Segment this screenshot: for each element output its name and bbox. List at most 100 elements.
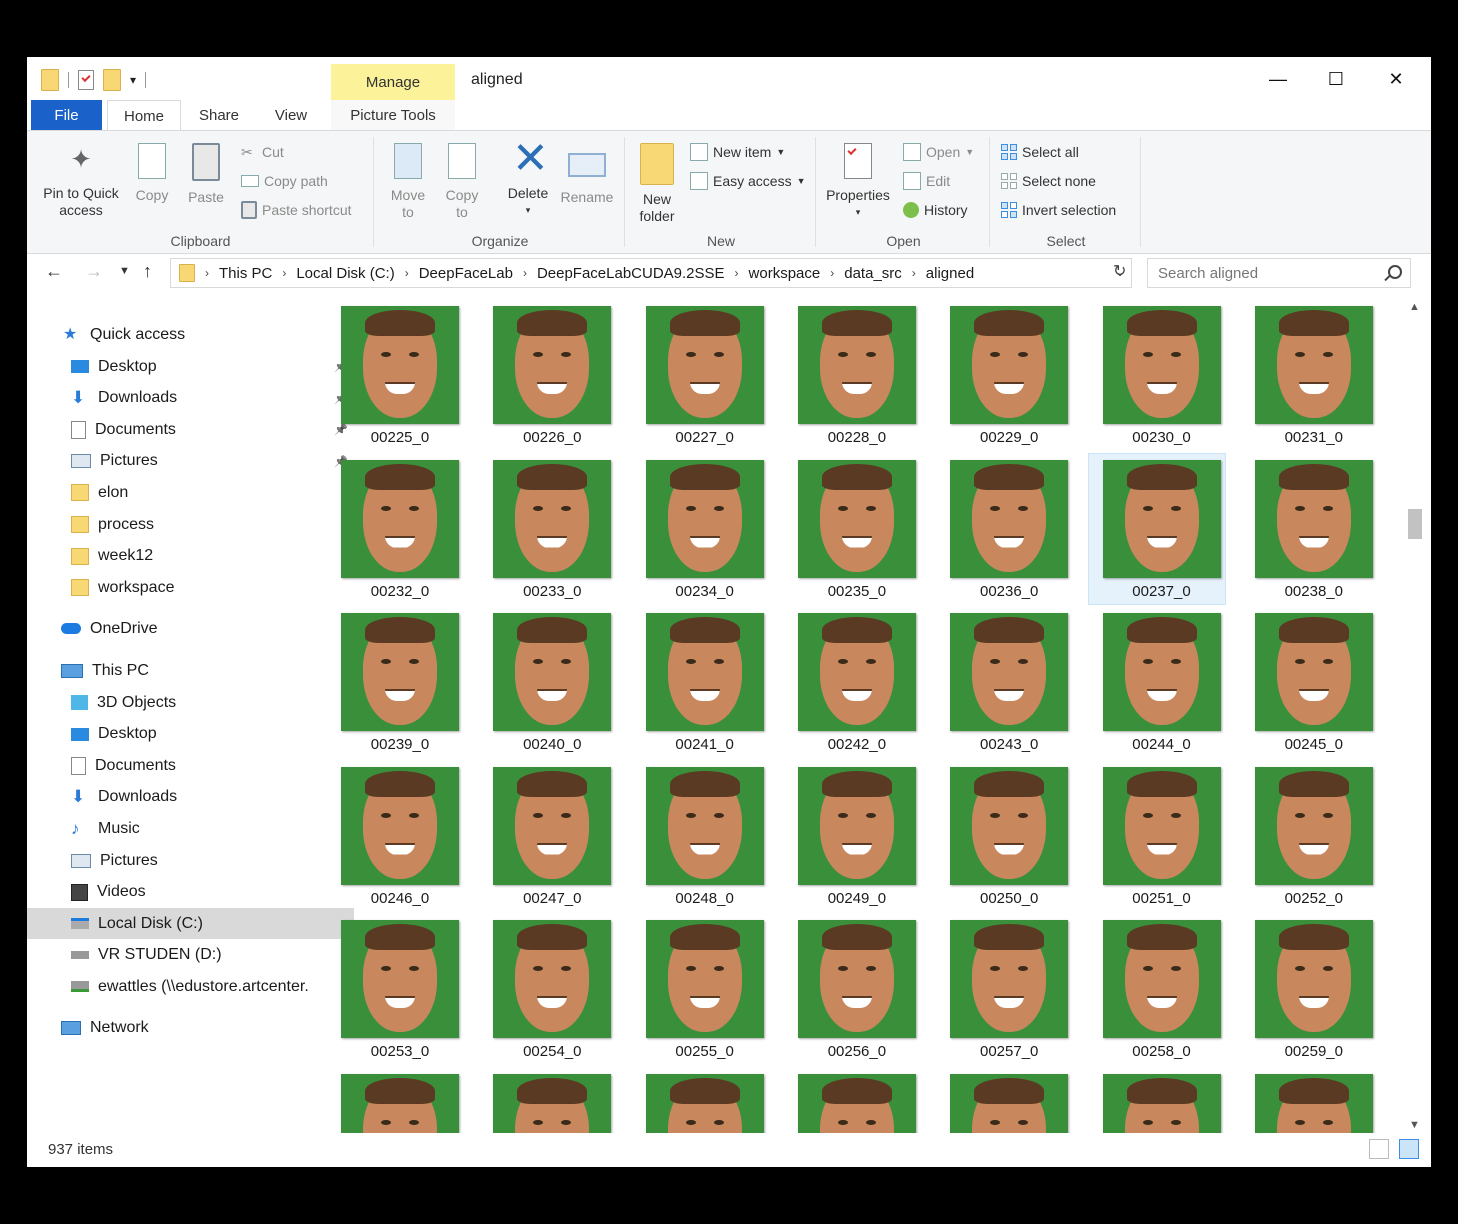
file-tile[interactable]: 00239_0 (327, 607, 463, 757)
open-button[interactable]: Open ▼ (903, 141, 974, 163)
back-arrow-icon[interactable]: ← (45, 261, 63, 282)
sidebar-item[interactable]: ♪ Music (27, 813, 354, 844)
tab-manage[interactable]: Manage (331, 64, 455, 101)
nav-quick-access[interactable]: ★ Quick access (27, 319, 346, 350)
file-tile[interactable]: 00237_0 (1087, 452, 1226, 605)
sidebar-item[interactable]: Desktop (27, 719, 354, 750)
file-tile[interactable]: 00233_0 (479, 454, 615, 604)
forward-arrow-icon[interactable]: → (85, 261, 103, 282)
paste-button[interactable]: Paste (183, 139, 229, 206)
file-tile[interactable]: 00230_0 (1089, 300, 1225, 450)
sidebar-item[interactable]: Pictures (27, 845, 354, 876)
file-tile[interactable] (1241, 1068, 1377, 1133)
breadcrumb-separator-icon[interactable]: › (523, 266, 527, 280)
easy-access-button[interactable]: Easy access ▼ (690, 170, 806, 192)
breadcrumb-item[interactable]: DeepFaceLabCUDA9.2SSE (537, 265, 725, 282)
file-tile[interactable]: 00252_0 (1241, 761, 1377, 911)
file-tile[interactable]: 00225_0 (327, 300, 463, 450)
breadcrumb-item[interactable]: This PC (219, 265, 272, 282)
file-tile[interactable]: 00251_0 (1089, 761, 1225, 911)
pin-quick-access-button[interactable]: ✦ Pin to Quick access (37, 139, 125, 219)
paste-shortcut-button[interactable]: Paste shortcut (241, 199, 352, 221)
tab-share[interactable]: Share (187, 100, 251, 130)
sidebar-item[interactable]: ewattles (\\edustore.artcenter. (27, 971, 354, 1002)
breadcrumb-separator-icon[interactable]: › (405, 266, 409, 280)
up-arrow-icon[interactable]: ↑ (143, 261, 152, 282)
customize-toolbar-icon[interactable]: ▾ (130, 73, 136, 87)
file-tile[interactable]: 00254_0 (479, 914, 615, 1064)
file-tile[interactable]: 00242_0 (784, 607, 920, 757)
vertical-scrollbar[interactable]: ▲ ▼ (1405, 297, 1425, 1135)
file-tile[interactable]: 00238_0 (1241, 454, 1377, 604)
file-tile[interactable]: 00243_0 (936, 607, 1072, 757)
sidebar-item[interactable]: Documents 📌 (27, 414, 354, 445)
search-input[interactable]: Search aligned (1147, 258, 1411, 288)
breadcrumb-item[interactable]: workspace (749, 265, 821, 282)
scroll-down-icon[interactable]: ▼ (1409, 1119, 1420, 1131)
file-tile[interactable]: 00253_0 (327, 914, 463, 1064)
sidebar-item[interactable]: Local Disk (C:) (27, 908, 354, 940)
breadcrumb-separator-icon[interactable]: › (735, 266, 739, 280)
breadcrumb-item[interactable]: DeepFaceLab (419, 265, 513, 282)
breadcrumb-item[interactable]: aligned (926, 265, 974, 282)
file-tile[interactable]: 00257_0 (936, 914, 1072, 1064)
properties-icon[interactable] (78, 70, 94, 90)
file-tile[interactable]: 00250_0 (936, 761, 1072, 911)
file-tile[interactable]: 00240_0 (479, 607, 615, 757)
select-all-button[interactable]: Select all (1001, 141, 1079, 163)
file-tile[interactable]: 00232_0 (327, 454, 463, 604)
tab-picture-tools[interactable]: Picture Tools (331, 100, 455, 130)
file-tile[interactable] (327, 1068, 463, 1133)
copy-to-button[interactable]: Copy to (439, 139, 485, 221)
tab-home[interactable]: Home (107, 100, 181, 132)
tab-file[interactable]: File (31, 100, 102, 130)
recent-locations-icon[interactable]: ▼ (119, 265, 130, 277)
sidebar-item[interactable]: VR STUDEN (D:) (27, 940, 354, 971)
file-tile[interactable]: 00244_0 (1089, 607, 1225, 757)
invert-selection-button[interactable]: Invert selection (1001, 199, 1116, 221)
nav-this-pc[interactable]: This PC (27, 655, 344, 686)
scroll-up-icon[interactable]: ▲ (1409, 301, 1420, 313)
file-tile[interactable]: 00234_0 (632, 454, 768, 604)
file-tile[interactable]: 00258_0 (1089, 914, 1225, 1064)
sidebar-item[interactable]: ⬇ Downloads (27, 782, 354, 813)
rename-button[interactable]: Rename (557, 139, 617, 206)
breadcrumb-separator-icon[interactable]: › (912, 266, 916, 280)
move-to-button[interactable]: Move to (385, 139, 431, 221)
breadcrumb-item[interactable]: data_src (844, 265, 902, 282)
file-tile[interactable] (632, 1068, 768, 1133)
maximize-button[interactable]: ☐ (1313, 65, 1359, 93)
file-tile[interactable]: 00231_0 (1241, 300, 1377, 450)
nav-onedrive[interactable]: OneDrive (27, 613, 344, 644)
file-tile[interactable]: 00235_0 (784, 454, 920, 604)
select-none-button[interactable]: Select none (1001, 170, 1096, 192)
delete-button[interactable]: ✕ Delete ▾ (503, 137, 553, 219)
copy-button[interactable]: Copy (129, 139, 175, 204)
nav-network[interactable]: Network (27, 1012, 344, 1043)
breadcrumb-separator-icon[interactable]: › (205, 266, 209, 280)
new-folder-button[interactable]: New folder (632, 139, 682, 225)
file-tile[interactable] (479, 1068, 615, 1133)
file-tile[interactable]: 00241_0 (632, 607, 768, 757)
file-tile[interactable]: 00256_0 (784, 914, 920, 1064)
sidebar-item[interactable]: Desktop📌 (27, 351, 354, 382)
sidebar-item[interactable]: Documents (27, 750, 354, 781)
sidebar-item[interactable]: workspace (27, 572, 354, 603)
details-view-icon[interactable] (1369, 1139, 1389, 1159)
file-tile[interactable]: 00227_0 (632, 300, 768, 450)
sidebar-item[interactable]: ⬇Downloads📌 (27, 383, 354, 414)
breadcrumb-item[interactable]: Local Disk (C:) (296, 265, 394, 282)
file-tile[interactable] (1089, 1068, 1225, 1133)
address-bar[interactable]: › This PC › Local Disk (C:) › DeepFaceLab › Dee… (170, 258, 1132, 288)
copy-path-button[interactable]: Copy path (241, 170, 328, 192)
new-folder-icon[interactable] (103, 69, 121, 91)
tab-view[interactable]: View (259, 100, 323, 130)
file-tile[interactable] (784, 1068, 920, 1133)
minimize-button[interactable]: — (1255, 65, 1301, 93)
new-item-button[interactable]: New item ▼ (690, 141, 785, 163)
sidebar-item[interactable]: 3D Objects (27, 687, 354, 718)
file-tile[interactable]: 00249_0 (784, 761, 920, 911)
file-tile[interactable]: 00248_0 (632, 761, 768, 911)
file-tile[interactable]: 00245_0 (1241, 607, 1377, 757)
history-button[interactable]: History (903, 199, 968, 221)
